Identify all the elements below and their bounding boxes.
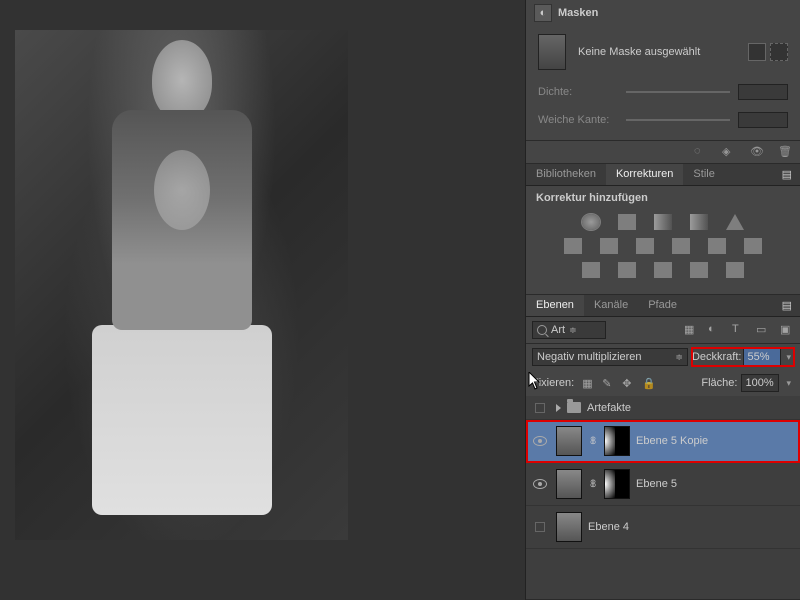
- layer-ebene5[interactable]: 𝟠 Ebene 5: [526, 463, 800, 506]
- balance-icon[interactable]: [600, 238, 618, 254]
- blend-mode-value: Negativ multiplizieren: [537, 351, 642, 363]
- add-adjustment-label: Korrektur hinzufügen: [526, 186, 800, 210]
- filter-kind-select[interactable]: Art ≑: [532, 321, 606, 339]
- lock-label: Fixieren:: [532, 377, 574, 389]
- fill-input[interactable]: 100%: [741, 374, 779, 392]
- feather-slider[interactable]: [626, 119, 730, 121]
- load-selection-icon[interactable]: ◌: [694, 145, 708, 159]
- filter-pixel-icon[interactable]: ▦: [684, 323, 698, 337]
- link-icon[interactable]: 𝟠: [588, 479, 598, 490]
- layer-name-label[interactable]: Ebene 4: [588, 521, 796, 533]
- selective-color-icon[interactable]: [726, 262, 744, 278]
- brightness-icon[interactable]: [582, 214, 600, 230]
- toggle-icon[interactable]: 👁: [750, 145, 764, 159]
- vector-mask-icon[interactable]: [770, 43, 788, 61]
- layer-ebene5-kopie[interactable]: 𝟠 Ebene 5 Kopie: [526, 420, 800, 463]
- photo-filter-icon[interactable]: [672, 238, 690, 254]
- pixel-mask-icon[interactable]: [748, 43, 766, 61]
- layer-thumbnail: [556, 426, 582, 456]
- invert-icon[interactable]: [582, 262, 600, 278]
- no-mask-label: Keine Maske ausgewählt: [578, 46, 700, 58]
- apply-mask-icon[interactable]: ◈: [722, 145, 736, 159]
- lock-position-icon[interactable]: ✥: [622, 377, 634, 389]
- folder-icon: [567, 402, 581, 413]
- masks-title: Masken: [558, 7, 598, 19]
- layers-panel: Ebenen Kanäle Pfade ▤ Art ≑ ▦ ◐ T ▭ ▣ Ne…: [526, 295, 800, 600]
- mask-thumbnail[interactable]: [604, 469, 630, 499]
- density-label: Dichte:: [538, 86, 618, 98]
- tab-ebenen[interactable]: Ebenen: [526, 295, 584, 316]
- exposure-icon[interactable]: [690, 214, 708, 230]
- layer-ebene4[interactable]: Ebene 4: [526, 506, 800, 549]
- feather-label: Weiche Kante:: [538, 114, 618, 126]
- visibility-icon[interactable]: [533, 436, 547, 446]
- lut-icon[interactable]: [744, 238, 762, 254]
- visibility-checkbox[interactable]: [535, 403, 545, 413]
- fill-label: Fläche:: [701, 377, 737, 389]
- tab-pfade[interactable]: Pfade: [638, 295, 687, 316]
- threshold-icon[interactable]: [654, 262, 672, 278]
- right-panels: ◐ Masken Keine Maske ausgewählt Dichte: …: [525, 0, 800, 600]
- mask-panel-icon: ◐: [534, 4, 552, 22]
- hue-icon[interactable]: [564, 238, 582, 254]
- mask-thumbnail: [538, 34, 566, 70]
- link-icon[interactable]: 𝟠: [588, 436, 598, 447]
- filter-type-icon[interactable]: T: [732, 323, 746, 337]
- feather-value[interactable]: [738, 112, 788, 128]
- panel-menu-icon[interactable]: ▤: [774, 164, 800, 185]
- channel-mixer-icon[interactable]: [708, 238, 726, 254]
- lock-all-icon[interactable]: 🔒: [642, 377, 654, 389]
- filter-kind-label: Art: [551, 324, 565, 336]
- visibility-icon[interactable]: [533, 479, 547, 489]
- mask-thumbnail[interactable]: [604, 426, 630, 456]
- layer-name-label[interactable]: Ebene 5 Kopie: [636, 435, 796, 447]
- density-value[interactable]: [738, 84, 788, 100]
- layer-thumbnail: [556, 512, 582, 542]
- fill-dropdown-icon[interactable]: ▾: [783, 378, 794, 389]
- curves-icon[interactable]: [654, 214, 672, 230]
- posterize-icon[interactable]: [618, 262, 636, 278]
- trash-icon[interactable]: 🗑: [778, 145, 792, 159]
- opacity-dropdown-icon[interactable]: ▾: [783, 352, 794, 363]
- layers-menu-icon[interactable]: ▤: [774, 295, 800, 316]
- filter-shape-icon[interactable]: ▭: [756, 323, 770, 337]
- canvas-area: [0, 0, 525, 600]
- lock-pixels-icon[interactable]: ✎: [602, 377, 614, 389]
- tab-kanaele[interactable]: Kanäle: [584, 295, 638, 316]
- blend-mode-select[interactable]: Negativ multiplizieren ≑: [532, 348, 688, 366]
- filter-adjust-icon[interactable]: ◐: [708, 323, 722, 337]
- layer-name-label[interactable]: Ebene 5: [636, 478, 796, 490]
- masks-panel: ◐ Masken Keine Maske ausgewählt Dichte: …: [526, 0, 800, 164]
- adjustments-panel: Bibliotheken Korrekturen Stile ▤ Korrekt…: [526, 164, 800, 295]
- search-icon: [537, 325, 547, 335]
- density-slider[interactable]: [626, 91, 730, 93]
- group-name: Artefakte: [587, 402, 796, 414]
- gradient-map-icon[interactable]: [690, 262, 708, 278]
- opacity-input[interactable]: 55%: [743, 348, 781, 366]
- disclosure-icon[interactable]: [556, 404, 561, 412]
- lock-transparent-icon[interactable]: ▦: [582, 377, 594, 389]
- visibility-checkbox[interactable]: [535, 522, 545, 532]
- tab-stile[interactable]: Stile: [683, 164, 724, 185]
- tab-korrekturen[interactable]: Korrekturen: [606, 164, 683, 185]
- vibrance-icon[interactable]: [726, 214, 744, 230]
- layers-list: Artefakte 𝟠 Ebene 5 Kopie 𝟠 Ebene 5 Eben…: [526, 396, 800, 599]
- filter-smart-icon[interactable]: ▣: [780, 323, 794, 337]
- bw-icon[interactable]: [636, 238, 654, 254]
- layer-group-artefakte[interactable]: Artefakte: [526, 396, 800, 420]
- layer-thumbnail: [556, 469, 582, 499]
- levels-icon[interactable]: [618, 214, 636, 230]
- document-canvas[interactable]: [15, 30, 348, 540]
- opacity-label: Deckkraft:: [692, 351, 742, 363]
- tab-bibliotheken[interactable]: Bibliotheken: [526, 164, 606, 185]
